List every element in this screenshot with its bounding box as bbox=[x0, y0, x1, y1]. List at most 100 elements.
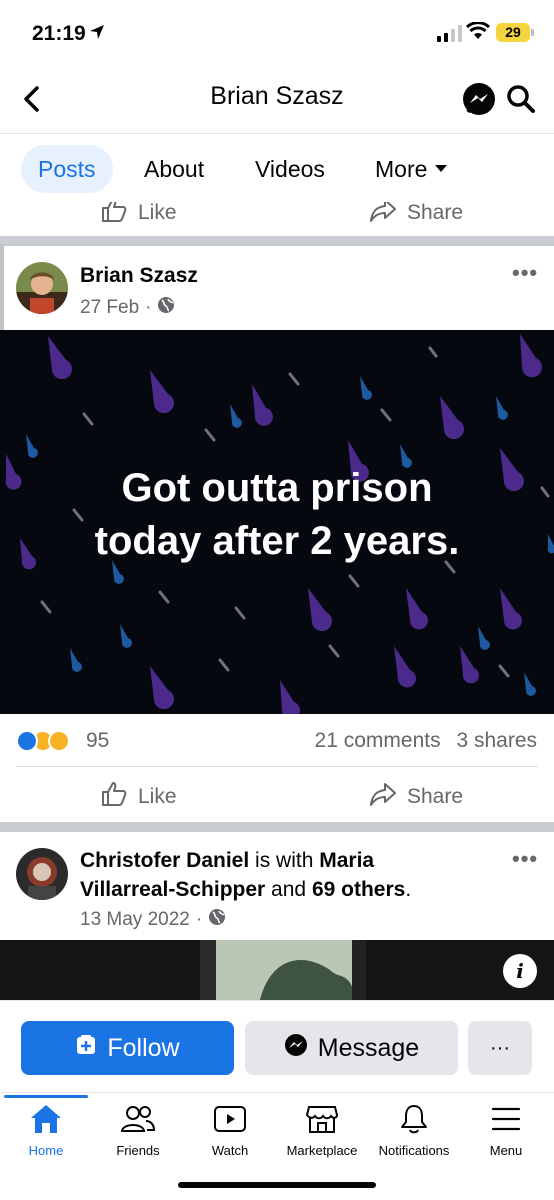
post-separator bbox=[0, 822, 554, 832]
engagement-counts: 21 comments 3 shares bbox=[315, 729, 537, 753]
post-options-icon[interactable]: ••• bbox=[512, 260, 538, 286]
home-indicator[interactable] bbox=[178, 1182, 376, 1188]
messenger-icon[interactable] bbox=[462, 82, 496, 121]
like-label: Like bbox=[138, 785, 177, 808]
wifi-icon bbox=[465, 21, 491, 45]
battery-tip bbox=[531, 29, 534, 36]
meta-dot: · bbox=[145, 297, 152, 318]
tagged-user-lastname[interactable]: Villarreal-Schipper bbox=[80, 878, 265, 901]
thumbs-up-icon bbox=[100, 780, 128, 814]
reactions-summary: 95 21 comments 3 shares bbox=[0, 714, 554, 766]
follow-plus-icon bbox=[75, 1034, 97, 1063]
avatar[interactable] bbox=[16, 262, 68, 314]
active-tab-indicator bbox=[4, 1095, 88, 1098]
tabbar-friends[interactable]: Friends bbox=[92, 1101, 184, 1158]
tabbar-notifications[interactable]: Notifications bbox=[368, 1101, 460, 1158]
tabbar-menu[interactable]: Menu bbox=[460, 1101, 552, 1158]
tagged-user[interactable]: Maria bbox=[319, 849, 374, 872]
comments-count[interactable]: 21 comments bbox=[315, 729, 441, 752]
follow-button[interactable]: Follow bbox=[21, 1021, 234, 1075]
like-label: Like bbox=[138, 202, 177, 224]
watch-icon bbox=[184, 1101, 276, 1137]
message-button[interactable]: Message bbox=[245, 1021, 458, 1075]
tabbar-notifications-label: Notifications bbox=[378, 1143, 450, 1158]
share-arrow-icon bbox=[369, 780, 397, 814]
like-reaction-icon bbox=[16, 730, 38, 752]
care-reaction-icon bbox=[48, 730, 70, 752]
meta-dot: · bbox=[195, 909, 203, 930]
bell-icon bbox=[368, 1101, 460, 1137]
globe-icon bbox=[157, 296, 175, 320]
caret-down-icon bbox=[435, 165, 448, 173]
post-author[interactable]: Brian Szasz bbox=[80, 264, 198, 288]
previous-post-actions: Like Share bbox=[0, 202, 554, 236]
shares-count[interactable]: 3 shares bbox=[456, 729, 537, 752]
message-label: Message bbox=[317, 1033, 420, 1062]
avatar[interactable] bbox=[16, 848, 68, 900]
share-label: Share bbox=[407, 202, 464, 224]
post-tagline-1: Christofer Daniel is with Maria bbox=[80, 849, 374, 873]
tabbar-marketplace[interactable]: Marketplace bbox=[276, 1101, 368, 1158]
post-text-background: Got outta prison today after 2 years. bbox=[0, 330, 554, 714]
profile-tabs: Posts About Videos More bbox=[0, 134, 554, 202]
others-link[interactable]: 69 others bbox=[312, 878, 405, 901]
post-date[interactable]: 13 May 2022 bbox=[80, 909, 190, 931]
post-separator bbox=[0, 236, 554, 246]
share-arrow-icon bbox=[369, 202, 397, 230]
profile-header: Brian Szasz bbox=[0, 66, 554, 134]
divider bbox=[16, 766, 538, 767]
tabbar-friends-label: Friends bbox=[116, 1143, 160, 1158]
tab-more-label: More bbox=[375, 156, 428, 182]
thumbs-up-icon bbox=[100, 202, 128, 230]
battery-level: 29 bbox=[496, 23, 530, 42]
like-button[interactable]: Like bbox=[100, 780, 177, 814]
reaction-count[interactable]: 95 bbox=[86, 729, 109, 753]
post-text-line-2: today after 2 years. bbox=[94, 519, 460, 563]
status-bar: 21:19 29 bbox=[0, 0, 554, 66]
post-text: Got outta prison today after 2 years. bbox=[0, 462, 554, 568]
hamburger-menu-icon bbox=[460, 1101, 552, 1137]
tabbar-watch[interactable]: Watch bbox=[184, 1101, 276, 1158]
post-header: Christofer Daniel is with Maria Villarre… bbox=[0, 832, 554, 940]
period: . bbox=[405, 878, 412, 901]
and-text: and bbox=[271, 878, 307, 901]
home-icon bbox=[0, 1101, 92, 1137]
tab-videos[interactable]: Videos bbox=[255, 145, 325, 193]
post-tagline-2: Villarreal-Schipper and 69 others. bbox=[80, 878, 411, 902]
tabbar-home-label: Home bbox=[28, 1143, 64, 1158]
cellular-signal-icon bbox=[437, 24, 462, 42]
info-icon[interactable]: i bbox=[503, 954, 537, 988]
with-text: is with bbox=[255, 849, 314, 872]
more-options-button[interactable]: ··· bbox=[468, 1021, 532, 1075]
tab-posts[interactable]: Posts bbox=[21, 145, 113, 193]
status-time: 21:19 bbox=[32, 22, 86, 45]
reaction-icons[interactable] bbox=[16, 730, 70, 752]
search-icon[interactable] bbox=[506, 84, 536, 119]
post-text-line-1: Got outta prison bbox=[121, 466, 433, 510]
share-button[interactable]: Share bbox=[369, 780, 463, 814]
post-image-content bbox=[0, 940, 554, 1000]
tab-about[interactable]: About bbox=[144, 145, 204, 193]
share-label: Share bbox=[407, 785, 464, 808]
post-meta: 13 May 2022 · bbox=[80, 908, 226, 932]
globe-icon bbox=[208, 908, 226, 932]
profile-action-bar: Follow Message ··· bbox=[0, 1000, 554, 1092]
post-options-icon[interactable]: ••• bbox=[512, 846, 538, 872]
post-date[interactable]: 27 Feb bbox=[80, 297, 139, 319]
tabbar-marketplace-label: Marketplace bbox=[286, 1143, 358, 1158]
share-button[interactable]: Share bbox=[369, 202, 463, 230]
messenger-icon bbox=[284, 1033, 308, 1064]
tabbar-home[interactable]: Home bbox=[0, 1101, 92, 1158]
friends-icon bbox=[92, 1101, 184, 1137]
post-author[interactable]: Christofer Daniel bbox=[80, 849, 249, 872]
tab-more[interactable]: More bbox=[375, 145, 448, 193]
tabbar-menu-label: Menu bbox=[489, 1143, 523, 1158]
location-arrow-icon bbox=[89, 24, 105, 45]
follow-label: Follow bbox=[107, 1033, 180, 1062]
like-button[interactable]: Like bbox=[100, 202, 177, 230]
post-header: Brian Szasz 27 Feb · ••• bbox=[0, 246, 554, 330]
post-meta: 27 Feb · bbox=[80, 296, 175, 320]
post-image[interactable]: i bbox=[0, 940, 554, 1000]
marketplace-icon bbox=[276, 1101, 368, 1137]
tabbar-watch-label: Watch bbox=[211, 1143, 249, 1158]
